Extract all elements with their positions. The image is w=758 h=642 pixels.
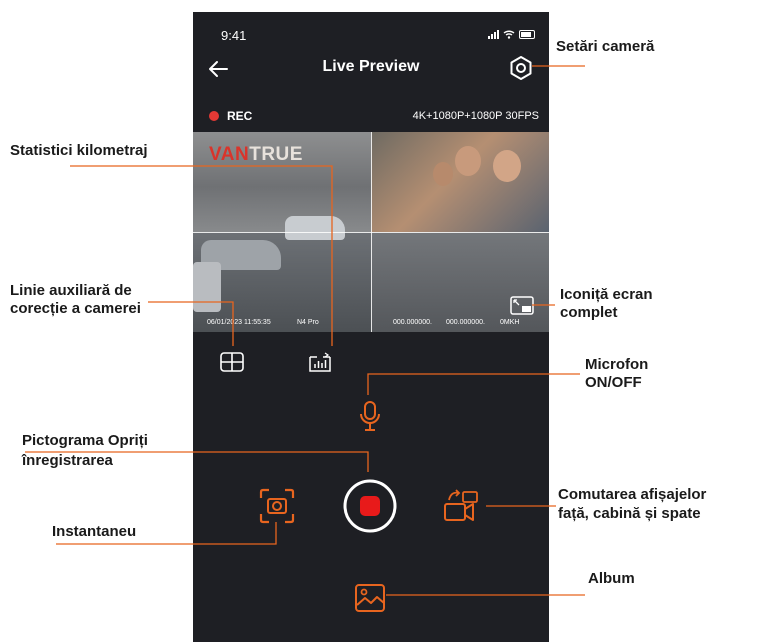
callout-album: Album xyxy=(588,570,635,587)
callout-settings: Setări cameră xyxy=(556,38,655,55)
callout-line-grid xyxy=(148,301,234,346)
callout-lines xyxy=(25,65,585,596)
callout-mic-line1: Microfon xyxy=(585,356,649,373)
callout-line-mic xyxy=(367,373,580,395)
callout-mic-line2: ON/OFF xyxy=(585,374,642,391)
callout-stop-line2: înregistrarea xyxy=(22,452,113,469)
callout-switch-line2: față, cabină și spate xyxy=(558,505,701,522)
callout-grid-line2: corecție a camerei xyxy=(10,300,141,317)
callout-snapshot: Instantaneu xyxy=(52,523,137,540)
callout-fullscreen-line1: Iconiță ecran xyxy=(560,286,653,303)
callout-switch-line1: Comutarea afișajelor xyxy=(558,486,707,503)
callout-stats: Statistici kilometraj xyxy=(10,142,148,159)
callout-grid-line1: Linie auxiliară de xyxy=(10,282,132,299)
callout-fullscreen-line2: complet xyxy=(560,304,618,321)
callout-line-stats xyxy=(70,165,333,346)
callout-stop-line1: Pictograma Opriți xyxy=(22,432,148,449)
